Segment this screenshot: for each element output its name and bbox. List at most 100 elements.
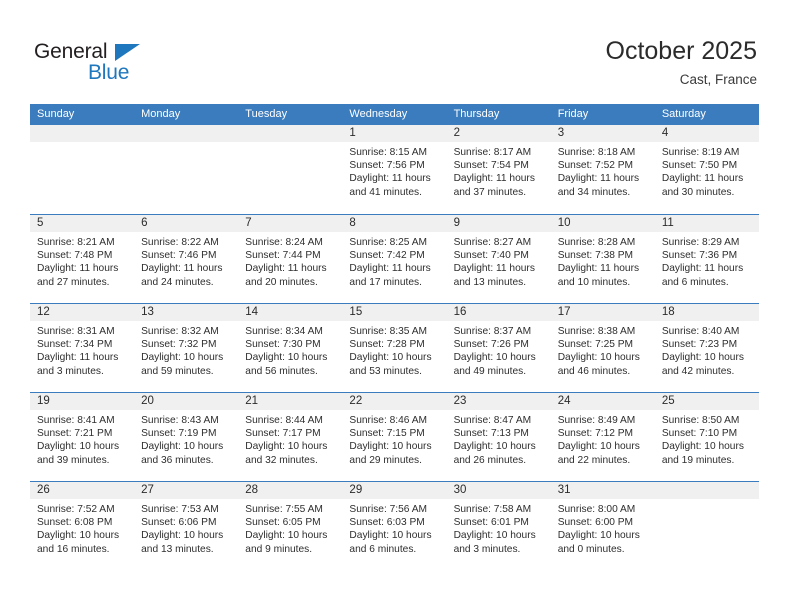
day-cell[interactable]: 28 Sunrise: 7:55 AM Sunset: 6:05 PM Dayligh… — [238, 482, 343, 570]
day-details: Sunrise: 8:15 AM Sunset: 7:56 PM Daylight:… — [342, 142, 446, 199]
sunrise-text: Sunrise: 7:53 AM — [141, 504, 219, 515]
day-cell[interactable]: 6 Sunrise: 8:22 AM Sunset: 7:46 PM Daylight… — [134, 215, 239, 303]
day-cell[interactable]: 1 Sunrise: 8:15 AM Sunset: 7:56 PM Daylight… — [342, 125, 447, 214]
sunrise-text: Sunrise: 8:29 AM — [661, 237, 740, 248]
day-cell[interactable]: 16 Sunrise: 8:37 AM Sunset: 7:26 PM Dayligh… — [446, 304, 551, 392]
day-cell[interactable]: 5 Sunrise: 8:21 AM Sunset: 7:48 PM Daylight… — [30, 215, 135, 303]
daylight-text-line1: Daylight: 11 hours — [661, 173, 744, 185]
day-number: 29 — [349, 484, 363, 496]
day-number-strip: 8 — [342, 215, 447, 232]
sunset-text: Sunset: 7:21 PM — [37, 428, 113, 440]
day-cell[interactable]: 22 Sunrise: 8:46 AM Sunset: 7:15 PM Dayligh… — [342, 393, 447, 481]
day-details: Sunrise: 7:58 AM Sunset: 6:01 PM Daylight:… — [447, 499, 551, 556]
day-cell[interactable]: 26 Sunrise: 7:52 AM Sunset: 6:08 PM Dayligh… — [30, 482, 135, 570]
calendar-week-row: 12 Sunrise: 8:31 AM Sunset: 7:34 PM Dayligh… — [30, 303, 759, 392]
page-title: October 2025 — [605, 37, 758, 65]
logo-text-blue: Blue — [88, 61, 130, 84]
sunrise-text: Sunrise: 8:19 AM — [661, 147, 740, 158]
day-cell[interactable]: 25 Sunrise: 8:50 AM Sunset: 7:10 PM Dayligh… — [654, 393, 759, 481]
daylight-text-line1: Daylight: 11 hours — [661, 263, 744, 275]
day-number-strip — [134, 125, 239, 142]
day-number: 1 — [349, 127, 356, 139]
general-blue-logo[interactable]: General Blue — [34, 40, 164, 88]
sunrise-text: Sunrise: 8:37 AM — [453, 326, 532, 337]
day-details: Sunrise: 7:52 AM Sunset: 6:08 PM Daylight:… — [30, 499, 134, 556]
day-cell[interactable]: 23 Sunrise: 8:47 AM Sunset: 7:13 PM Dayligh… — [446, 393, 551, 481]
calendar-page: General Blue October 2025 Cast, France S… — [0, 0, 792, 612]
day-number: 20 — [141, 395, 154, 407]
day-number: 10 — [557, 217, 571, 229]
daylight-text-line2: and 13 minutes. — [453, 276, 527, 288]
sunrise-text: Sunrise: 8:34 AM — [245, 326, 323, 337]
day-number-strip: 1 — [342, 125, 447, 142]
day-number: 23 — [453, 395, 467, 407]
daylight-text-line2: and 29 minutes. — [349, 454, 422, 466]
day-number: 15 — [349, 306, 363, 318]
day-cell[interactable]: 9 Sunrise: 8:27 AM Sunset: 7:40 PM Daylight… — [446, 215, 551, 303]
day-cell[interactable]: 2 Sunrise: 8:17 AM Sunset: 7:54 PM Daylight… — [446, 125, 551, 214]
weekday-header-tuesday: Tuesday — [245, 108, 288, 120]
sunset-text: Sunset: 7:42 PM — [349, 250, 425, 262]
daylight-text-line1: Daylight: 11 hours — [557, 173, 640, 185]
day-cell[interactable]: 10 Sunrise: 8:28 AM Sunset: 7:38 PM Dayligh… — [550, 215, 655, 303]
page-subtitle-location: Cast, France — [679, 72, 757, 87]
day-details: Sunrise: 8:46 AM Sunset: 7:15 PM Daylight:… — [342, 410, 446, 467]
day-number-strip: 13 — [134, 304, 239, 321]
day-cell[interactable]: 11 Sunrise: 8:29 AM Sunset: 7:36 PM Dayligh… — [654, 215, 759, 303]
day-cell[interactable]: 21 Sunrise: 8:44 AM Sunset: 7:17 PM Dayligh… — [238, 393, 343, 481]
sunset-text: Sunset: 7:23 PM — [661, 339, 738, 351]
day-number-strip: 4 — [654, 125, 759, 142]
daylight-text-line1: Daylight: 10 hours — [453, 352, 536, 364]
day-number: 8 — [349, 217, 356, 229]
day-details: Sunrise: 8:38 AM Sunset: 7:25 PM Daylight:… — [551, 321, 655, 378]
day-number: 9 — [453, 217, 460, 229]
sunset-text: Sunset: 7:34 PM — [37, 339, 113, 351]
day-cell[interactable]: 8 Sunrise: 8:25 AM Sunset: 7:42 PM Daylight… — [342, 215, 447, 303]
day-number: 22 — [349, 395, 363, 407]
sunset-text: Sunset: 7:17 PM — [245, 428, 321, 440]
day-cell[interactable]: 31 Sunrise: 8:00 AM Sunset: 6:00 PM Dayligh… — [550, 482, 655, 570]
sunset-text: Sunset: 7:30 PM — [245, 339, 321, 351]
day-number: 12 — [37, 306, 50, 318]
day-cell[interactable]: 20 Sunrise: 8:43 AM Sunset: 7:19 PM Dayligh… — [134, 393, 239, 481]
daylight-text-line2: and 24 minutes. — [141, 276, 214, 288]
sunrise-text: Sunrise: 8:50 AM — [661, 415, 740, 426]
day-cell[interactable]: 29 Sunrise: 7:56 AM Sunset: 6:03 PM Dayligh… — [342, 482, 447, 570]
day-cell[interactable]: 30 Sunrise: 7:58 AM Sunset: 6:01 PM Dayligh… — [446, 482, 551, 570]
sunset-text: Sunset: 6:05 PM — [245, 517, 321, 529]
sunrise-text: Sunrise: 7:58 AM — [453, 504, 532, 515]
daylight-text-line1: Daylight: 10 hours — [557, 530, 640, 542]
daylight-text-line2: and 41 minutes. — [349, 186, 422, 198]
day-number: 25 — [661, 395, 675, 407]
daylight-text-line2: and 10 minutes. — [557, 276, 631, 288]
daylight-text-line1: Daylight: 10 hours — [661, 441, 744, 453]
day-cell[interactable]: 17 Sunrise: 8:38 AM Sunset: 7:25 PM Dayligh… — [550, 304, 655, 392]
day-cell[interactable]: 12 Sunrise: 8:31 AM Sunset: 7:34 PM Dayligh… — [30, 304, 135, 392]
day-number: 4 — [661, 127, 669, 139]
day-cell[interactable]: 14 Sunrise: 8:34 AM Sunset: 7:30 PM Dayligh… — [238, 304, 343, 392]
daylight-text-line2: and 6 minutes. — [349, 543, 417, 555]
day-number: 7 — [245, 217, 252, 229]
sunset-text: Sunset: 6:06 PM — [141, 517, 217, 529]
calendar-body: 1 Sunrise: 8:15 AM Sunset: 7:56 PM Daylight… — [30, 125, 759, 570]
day-cell[interactable]: 18 Sunrise: 8:40 AM Sunset: 7:23 PM Dayligh… — [654, 304, 759, 392]
sunrise-text: Sunrise: 8:49 AM — [557, 415, 636, 426]
day-number: 31 — [557, 484, 571, 496]
day-number-strip: 26 — [30, 482, 135, 499]
day-cell[interactable]: 24 Sunrise: 8:49 AM Sunset: 7:12 PM Dayligh… — [550, 393, 655, 481]
daylight-text-line2: and 56 minutes. — [245, 365, 318, 377]
day-cell[interactable]: 13 Sunrise: 8:32 AM Sunset: 7:32 PM Dayligh… — [134, 304, 239, 392]
day-cell[interactable]: 3 Sunrise: 8:18 AM Sunset: 7:52 PM Daylight… — [550, 125, 655, 214]
day-cell[interactable]: 27 Sunrise: 7:53 AM Sunset: 6:06 PM Dayligh… — [134, 482, 239, 570]
day-cell[interactable]: 15 Sunrise: 8:35 AM Sunset: 7:28 PM Dayligh… — [342, 304, 447, 392]
day-number-strip: 16 — [446, 304, 551, 321]
daylight-text-line1: Daylight: 11 hours — [453, 263, 535, 275]
day-number-strip: 14 — [238, 304, 343, 321]
day-cell[interactable]: 4 Sunrise: 8:19 AM Sunset: 7:50 PM Daylight… — [654, 125, 759, 214]
daylight-text-line1: Daylight: 10 hours — [453, 441, 536, 453]
sunset-text: Sunset: 6:03 PM — [349, 517, 425, 529]
day-cell[interactable]: 19 Sunrise: 8:41 AM Sunset: 7:21 PM Dayligh… — [30, 393, 135, 481]
day-cell[interactable]: 7 Sunrise: 8:24 AM Sunset: 7:44 PM Daylight… — [238, 215, 343, 303]
daylight-text-line2: and 34 minutes. — [557, 186, 631, 198]
daylight-text-line1: Daylight: 11 hours — [349, 173, 431, 185]
